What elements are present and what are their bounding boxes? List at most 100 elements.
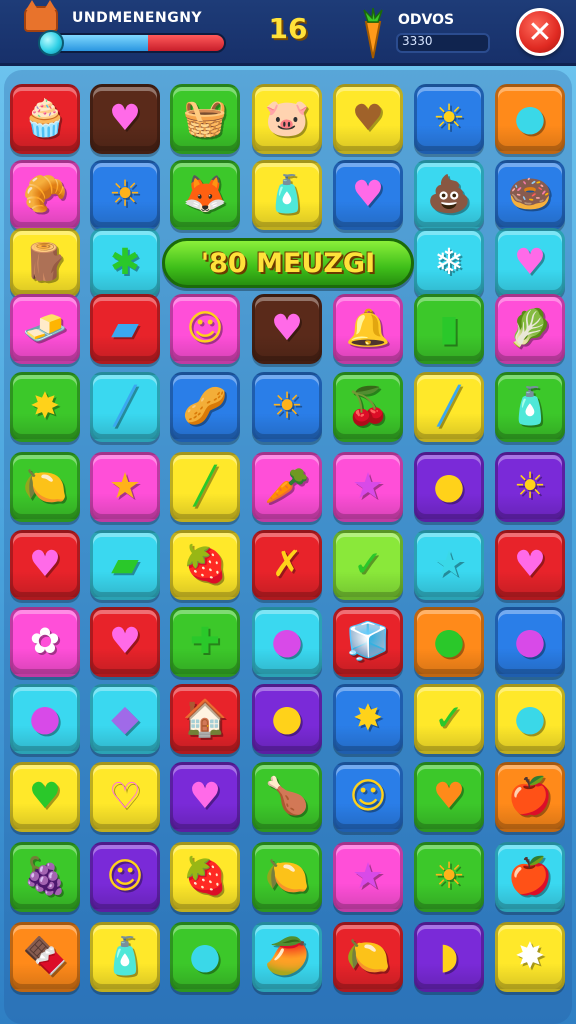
tile-r11-c2[interactable]: ☺ [90,842,160,912]
tile-r6-c6[interactable]: ● [414,452,484,522]
tile-r7-c1[interactable]: ♥ [10,530,80,600]
tile-r12-c1[interactable]: 🍫 [10,922,80,992]
tile-r5-c3[interactable]: 🥜 [170,372,240,442]
tile-r10-c5[interactable]: ☺ [333,762,403,832]
tile-r4-c7[interactable]: 🥬 [495,294,565,364]
tile-r5-c4[interactable]: ☀ [252,372,322,442]
tile-r9-c4[interactable]: ● [252,684,322,754]
bottle-icon: 🧴 [264,174,310,215]
tile-r6-c7[interactable]: ☀ [495,452,565,522]
tile-r10-c7[interactable]: 🍎 [495,762,565,832]
tile-r4-c3[interactable]: ☺ [170,294,240,364]
tile-r1-c4[interactable]: 🐷 [252,84,322,154]
tile-r11-c5[interactable]: ★ [333,842,403,912]
tile-r8-c7[interactable]: ● [495,607,565,677]
tile-r4-c1[interactable]: 🧈 [10,294,80,364]
tile-r4-c5[interactable]: 🔔 [333,294,403,364]
close-button[interactable]: ✕ [516,8,564,56]
tile-r8-c1[interactable]: ✿ [10,607,80,677]
tile-r5-c1[interactable]: ✸ [10,372,80,442]
tile-r4-c4[interactable]: ♥ [252,294,322,364]
tile-r9-c1[interactable]: ● [10,684,80,754]
tile-r8-c2[interactable]: ♥ [90,607,160,677]
tile-r6-c5[interactable]: ★ [333,452,403,522]
tile-r3-c2[interactable]: ✱ [90,228,160,298]
carrot-icon [363,8,383,59]
tile-r7-c7[interactable]: ♥ [495,530,565,600]
tile-r7-c3[interactable]: 🍓 [170,530,240,600]
heart-icon: ♥ [108,98,142,139]
heart-outline-icon: ♡ [108,776,142,817]
tile-r2-c1[interactable]: 🥐 [10,160,80,230]
resource-value: 3330 [402,34,433,48]
stick-icon: ╱ [194,466,216,507]
tile-r4-c2[interactable]: ▰ [90,294,160,364]
sun-face-icon: ☀ [513,466,547,507]
tile-r6-c2[interactable]: ★ [90,452,160,522]
tile-r5-c6[interactable]: ╱ [414,372,484,442]
tile-r5-c2[interactable]: ╱ [90,372,160,442]
tile-r3-c1[interactable]: 🪵 [10,228,80,298]
tile-r1-c6[interactable]: ☀ [414,84,484,154]
tile-r9-c5[interactable]: ✸ [333,684,403,754]
tile-r12-c7[interactable]: ✸ [495,922,565,992]
tile-r10-c4[interactable]: 🍗 [252,762,322,832]
tile-r8-c6[interactable]: ● [414,607,484,677]
tile-r11-c3[interactable]: 🍓 [170,842,240,912]
tile-r11-c4[interactable]: 🍋 [252,842,322,912]
tile-r4-c6[interactable]: ▮ [414,294,484,364]
tile-r9-c3[interactable]: 🏠 [170,684,240,754]
tile-r12-c2[interactable]: 🧴 [90,922,160,992]
tile-r7-c4[interactable]: ✗ [252,530,322,600]
tile-r2-c7[interactable]: 🍩 [495,160,565,230]
tile-r12-c5[interactable]: 🍋 [333,922,403,992]
tile-r2-c2[interactable]: ☀ [90,160,160,230]
tile-r1-c2[interactable]: ♥ [90,84,160,154]
tile-r1-c3[interactable]: 🧺 [170,84,240,154]
grape-icon: 🍇 [22,856,68,897]
tile-r9-c7[interactable]: ● [495,684,565,754]
tile-r2-c5[interactable]: ♥ [333,160,403,230]
tile-r3-c7[interactable]: ♥ [495,228,565,298]
tile-r6-c4[interactable]: 🥕 [252,452,322,522]
tile-r3-c6[interactable]: ❄ [414,228,484,298]
gem-icon: ◆ [111,698,139,739]
tile-r1-c7[interactable]: ● [495,84,565,154]
star-icon: ★ [351,856,385,897]
tile-r2-c6[interactable]: 💩 [414,160,484,230]
tile-r12-c6[interactable]: ◗ [414,922,484,992]
tile-r5-c5[interactable]: 🍒 [333,372,403,442]
tile-r10-c2[interactable]: ♡ [90,762,160,832]
tile-r7-c6[interactable]: ★ [414,530,484,600]
tile-r10-c3[interactable]: ♥ [170,762,240,832]
tile-r2-c4[interactable]: 🧴 [252,160,322,230]
heart-icon: ♥ [108,621,142,662]
mound-icon: 💩 [426,174,472,215]
tile-r6-c1[interactable]: 🍋 [10,452,80,522]
tile-r6-c3[interactable]: ╱ [170,452,240,522]
tile-r8-c4[interactable]: ● [252,607,322,677]
heart-icon: ♥ [28,776,62,817]
tile-r11-c6[interactable]: ☀ [414,842,484,912]
tile-r5-c7[interactable]: 🧴 [495,372,565,442]
coin-icon: ● [271,698,303,739]
carrot-icon: 🥕 [264,466,310,507]
tile-r10-c1[interactable]: ♥ [10,762,80,832]
tile-r7-c5[interactable]: ✓ [333,530,403,600]
tile-r11-c7[interactable]: 🍎 [495,842,565,912]
tile-r10-c6[interactable]: ♥ [414,762,484,832]
tile-r2-c3[interactable]: 🦊 [170,160,240,230]
tile-r1-c1[interactable]: 🧁 [10,84,80,154]
tile-r7-c2[interactable]: ▰ [90,530,160,600]
tile-r9-c2[interactable]: ◆ [90,684,160,754]
tile-r8-c5[interactable]: 🧊 [333,607,403,677]
tile-r8-c3[interactable]: ✚ [170,607,240,677]
tile-r11-c1[interactable]: 🍇 [10,842,80,912]
tile-r12-c3[interactable]: ● [170,922,240,992]
tile-r1-c5[interactable]: ♥ [333,84,403,154]
star-icon: ★ [108,466,142,507]
leaf-star-icon: ✱ [109,242,141,283]
check-icon: ✓ [433,698,465,739]
tile-r9-c6[interactable]: ✓ [414,684,484,754]
tile-r12-c4[interactable]: 🥭 [252,922,322,992]
